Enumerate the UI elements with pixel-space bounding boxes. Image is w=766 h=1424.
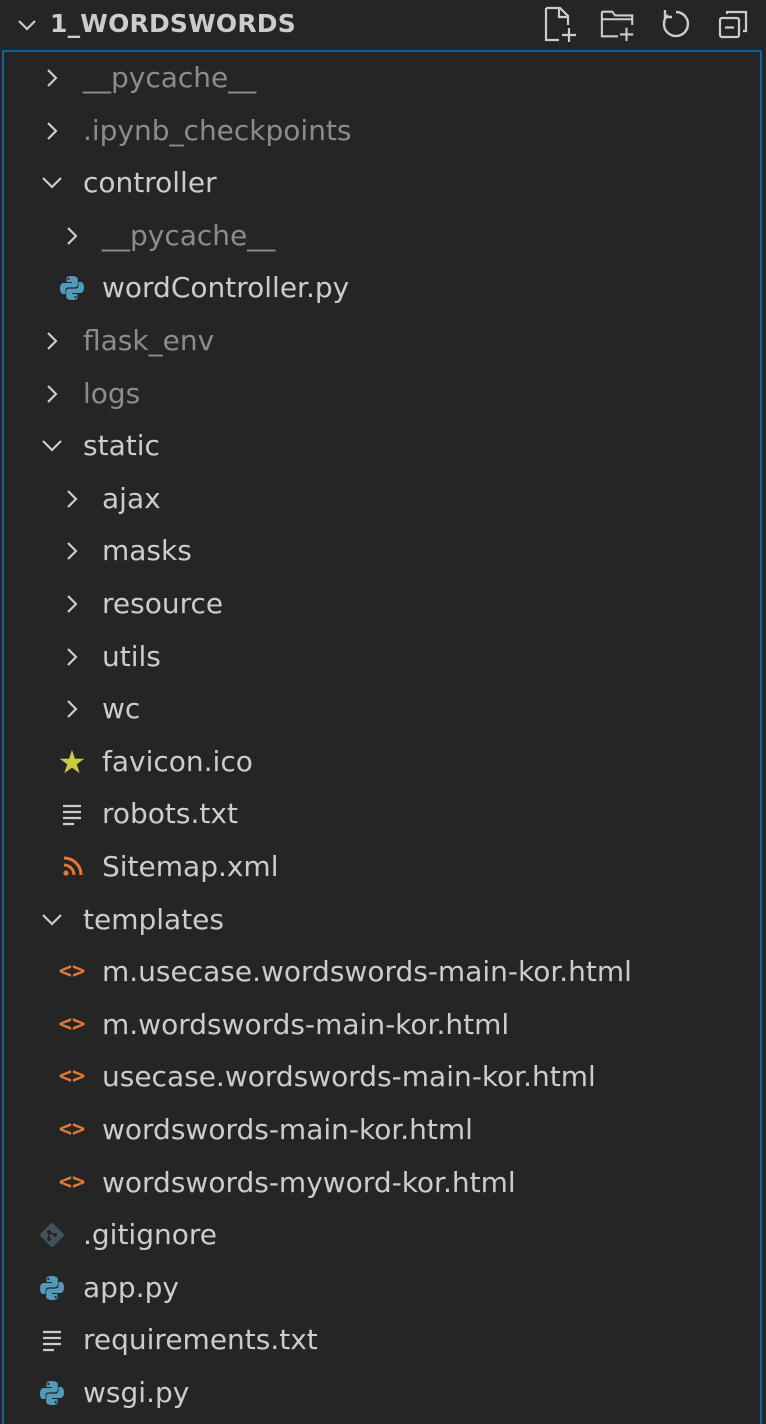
rss-icon — [58, 853, 86, 881]
chevron-right-icon[interactable] — [38, 117, 66, 145]
chevron-down-icon[interactable] — [38, 169, 66, 197]
tree-folder-row[interactable]: ajax — [0, 473, 766, 525]
tree-item-label: masks — [102, 534, 192, 568]
tree-item-label: __pycache__ — [83, 61, 257, 94]
chevron-right-icon[interactable] — [38, 327, 66, 355]
tree-item-label: templates — [83, 902, 224, 936]
tree-folder-row[interactable]: static — [0, 420, 766, 472]
star-icon: ★ — [57, 742, 87, 781]
tree-item-label: logs — [83, 376, 141, 410]
tree-item-label: .gitignore — [83, 1218, 217, 1252]
explorer-panel: 1_WORDSWORDS __pycache__ .ipynb_checkpoi… — [0, 0, 766, 1424]
text-file-icon — [38, 1326, 66, 1354]
tree-item-label: wordswords-myword-kor.html — [102, 1165, 516, 1199]
html-code-icon: <> — [58, 1117, 86, 1142]
chevron-right-icon[interactable] — [58, 537, 86, 565]
tree-file-row[interactable]: robots.txt — [0, 788, 766, 840]
tree-item-label: m.usecase.wordswords-main-kor.html — [102, 955, 632, 989]
tree-file-row[interactable]: ★ favicon.ico — [0, 736, 766, 788]
tree-folder-row[interactable]: flask_env — [0, 315, 766, 367]
tree-file-row[interactable]: <> m.usecase.wordswords-main-kor.html — [0, 946, 766, 998]
tree-item-label: requirements.txt — [83, 1323, 318, 1357]
tree-item-label: wc — [102, 692, 141, 726]
html-code-icon: <> — [58, 1064, 86, 1090]
html-code-icon: <> — [58, 959, 86, 985]
chevron-down-icon[interactable] — [38, 432, 66, 460]
html-code-icon: <> — [58, 1169, 86, 1195]
tree-item-label: utils — [102, 639, 161, 673]
tree-file-row[interactable]: <> wordswords-myword-kor.html — [0, 1157, 766, 1209]
tree-item-label: usecase.wordswords-main-kor.html — [102, 1060, 596, 1094]
html-code-icon: <> — [58, 1011, 86, 1037]
tree-folder-row[interactable]: __pycache__ — [0, 210, 766, 262]
chevron-right-icon[interactable] — [58, 485, 86, 513]
tree-file-row[interactable]: wsgi.py — [0, 1367, 766, 1419]
chevron-right-icon[interactable] — [58, 643, 86, 671]
chevron-right-icon[interactable] — [58, 590, 86, 618]
tree-item-label: wsgi.py — [83, 1376, 190, 1409]
workspace-title: 1_WORDSWORDS — [50, 9, 296, 38]
tree-item-label: resource — [102, 587, 224, 620]
tree-item-label: favicon.ico — [102, 744, 253, 778]
tree-item-label: __pycache__ — [102, 218, 276, 252]
tree-item-label: wordController.py — [102, 271, 350, 305]
tree-folder-row[interactable]: logs — [0, 368, 766, 420]
chevron-right-icon[interactable] — [58, 695, 86, 723]
tree-item-label: static — [83, 429, 160, 463]
tree-folder-row[interactable]: templates — [0, 894, 766, 946]
python-icon — [38, 1379, 66, 1407]
new-file-icon[interactable] — [542, 4, 578, 44]
tree-file-row[interactable]: app.py — [0, 1262, 766, 1314]
python-icon — [38, 1274, 66, 1302]
chevron-right-icon[interactable] — [38, 64, 66, 92]
text-file-icon — [58, 800, 86, 828]
git-icon — [38, 1221, 66, 1249]
chevron-down-icon[interactable] — [38, 906, 66, 934]
python-icon — [58, 274, 86, 302]
tree-folder-row[interactable]: resource — [0, 578, 766, 630]
chevron-right-icon[interactable] — [58, 222, 86, 250]
tree-item-label: robots.txt — [102, 797, 238, 831]
tree-folder-row[interactable]: .ipynb_checkpoints — [0, 105, 766, 157]
tree-folder-row[interactable]: utils — [0, 631, 766, 683]
collapse-all-icon[interactable] — [716, 4, 752, 44]
explorer-header[interactable]: 1_WORDSWORDS — [0, 0, 766, 48]
refresh-icon[interactable] — [658, 4, 694, 44]
tree-item-label: m.wordswords-main-kor.html — [102, 1007, 510, 1041]
tree-file-row[interactable]: requirements.txt — [0, 1314, 766, 1366]
chevron-down-icon[interactable] — [16, 14, 38, 36]
explorer-actions — [542, 4, 752, 44]
tree-item-label: controller — [83, 166, 217, 200]
tree-file-row[interactable]: Sitemap.xml — [0, 841, 766, 893]
tree-folder-row[interactable]: wc — [0, 683, 766, 735]
tree-file-row[interactable]: wordController.py — [0, 262, 766, 314]
chevron-right-icon[interactable] — [38, 380, 66, 408]
tree-file-row[interactable]: <> wordswords-main-kor.html — [0, 1104, 766, 1156]
tree-file-row[interactable]: <> usecase.wordswords-main-kor.html — [0, 1051, 766, 1103]
tree-item-label: wordswords-main-kor.html — [102, 1113, 473, 1146]
tree-item-label: Sitemap.xml — [102, 850, 279, 883]
tree-file-row[interactable]: .gitignore — [0, 1209, 766, 1261]
tree-file-row[interactable]: <> m.wordswords-main-kor.html — [0, 999, 766, 1051]
tree-item-label: ajax — [102, 481, 161, 515]
new-folder-icon[interactable] — [600, 4, 636, 44]
tree-folder-row[interactable]: masks — [0, 525, 766, 577]
tree-folder-row[interactable]: __pycache__ — [0, 52, 766, 104]
tree-item-label: flask_env — [83, 324, 215, 357]
tree-item-label: app.py — [83, 1270, 179, 1304]
tree-item-label: .ipynb_checkpoints — [83, 113, 352, 147]
tree-folder-row[interactable]: controller — [0, 157, 766, 209]
